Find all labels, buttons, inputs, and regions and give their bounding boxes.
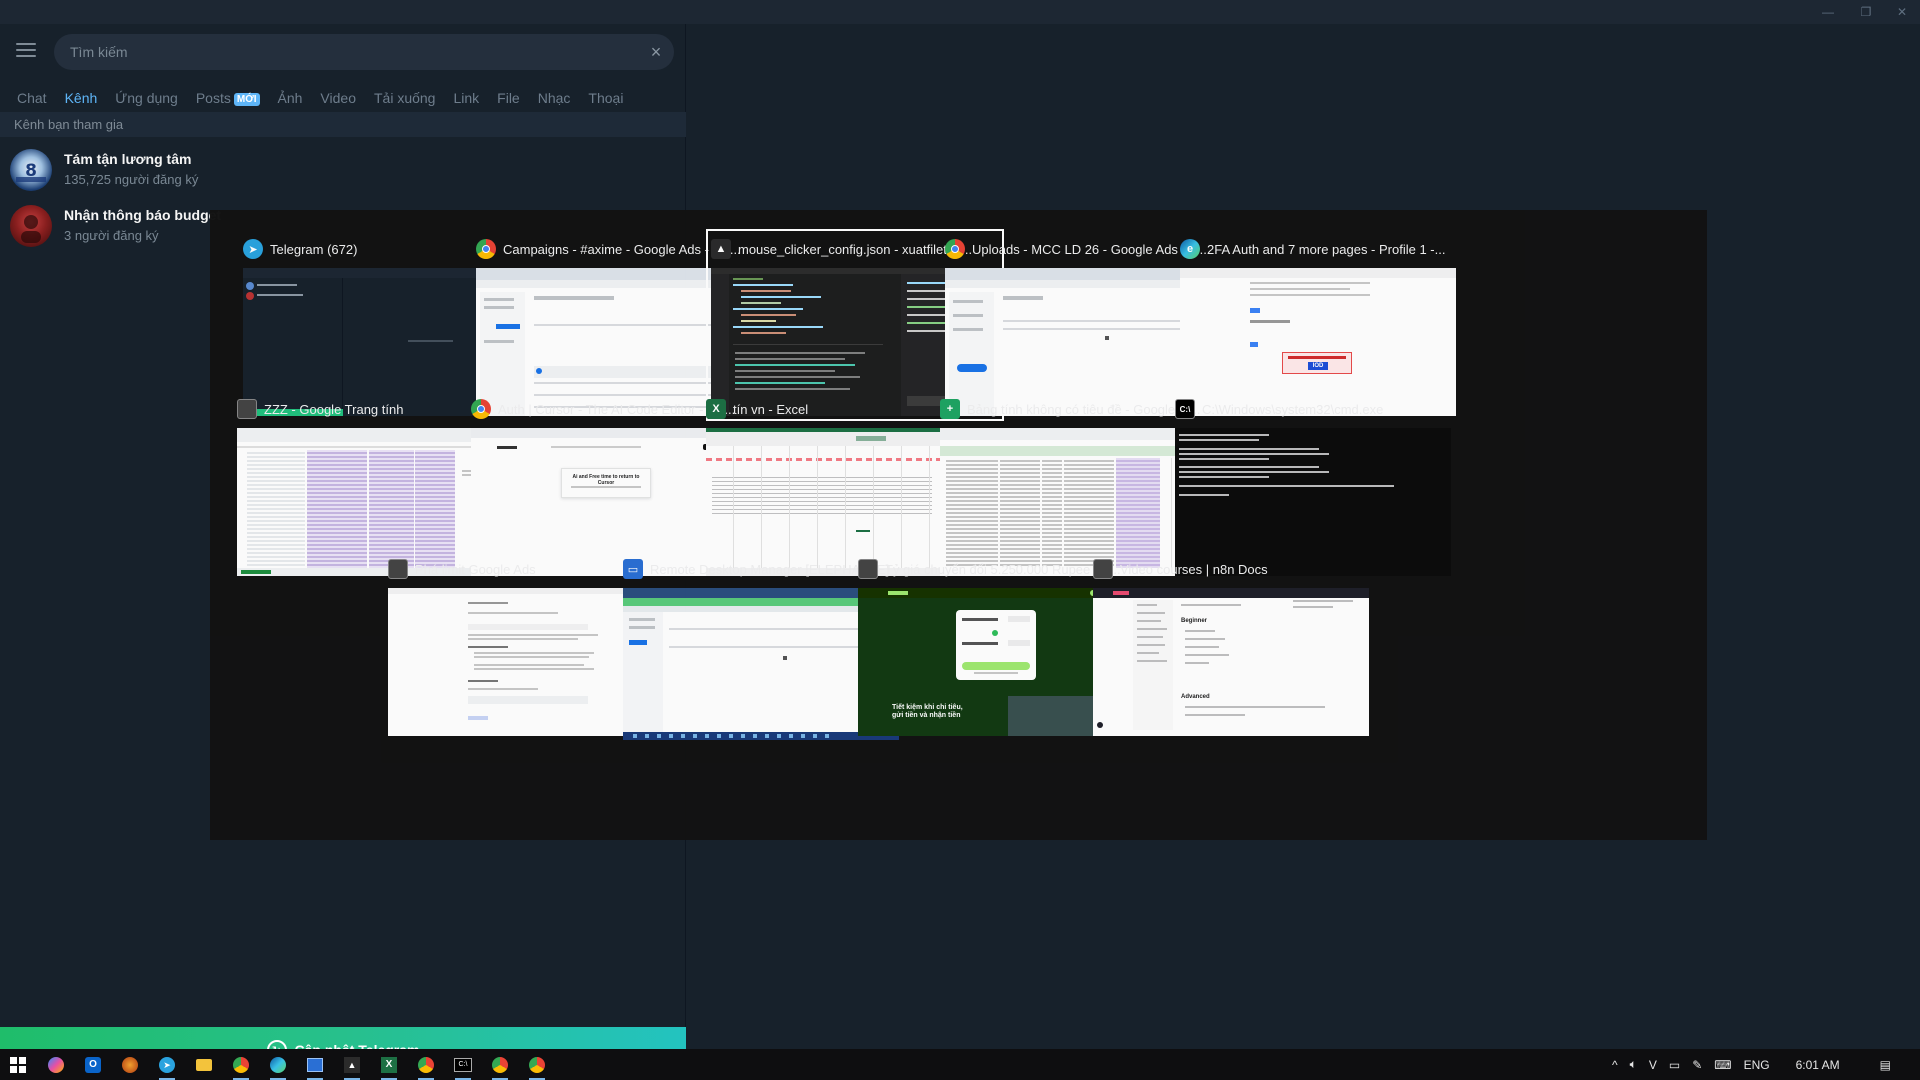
badge-text: IOD bbox=[1308, 362, 1328, 370]
remote-desktop-app-icon[interactable] bbox=[303, 1053, 327, 1080]
tab-video[interactable]: Video bbox=[311, 84, 365, 112]
wise-headline: Tiết kiệm khi chi tiêu, gửi tiền và nhận… bbox=[892, 704, 963, 719]
channel-subscribers: 135,725 người đăng ký bbox=[64, 172, 199, 187]
search-row: × bbox=[0, 34, 686, 70]
tab-file[interactable]: File bbox=[488, 84, 529, 112]
channel-name: Nhận thông báo budget bbox=[64, 207, 222, 223]
vpn-icon[interactable]: V bbox=[1649, 1058, 1657, 1072]
chrome-icon bbox=[945, 239, 965, 259]
search-input[interactable] bbox=[70, 34, 630, 70]
window-thumbnail-2fa-auth[interactable]: e 2FA Auth and 7 more pages - Profile 1 -… bbox=[1180, 234, 1468, 416]
chrome-icon bbox=[471, 399, 491, 419]
search-box[interactable]: × bbox=[54, 34, 674, 70]
chrome-app-icon[interactable] bbox=[229, 1053, 253, 1080]
chrome-app-icon-4[interactable] bbox=[525, 1053, 549, 1080]
network-icon[interactable]: ▭ bbox=[1669, 1058, 1680, 1072]
tab-nhac[interactable]: Nhạc bbox=[529, 84, 580, 112]
window-icon bbox=[858, 559, 878, 579]
outlook-app-icon[interactable]: O bbox=[81, 1053, 105, 1077]
start-button[interactable] bbox=[6, 1053, 30, 1077]
tab-chat[interactable]: Chat bbox=[8, 84, 56, 112]
tab-thoai[interactable]: Thoại bbox=[579, 84, 632, 112]
tab-link[interactable]: Link bbox=[444, 84, 488, 112]
cursor-app-icon[interactable]: ▲ bbox=[340, 1053, 364, 1080]
clear-search-icon[interactable]: × bbox=[646, 42, 666, 62]
window-preview: Beginner Advanced bbox=[1093, 588, 1369, 736]
edge-icon: e bbox=[1180, 239, 1200, 259]
chrome-app-icon-3[interactable] bbox=[488, 1053, 512, 1080]
tab-tai-xuong[interactable]: Tải xuống bbox=[365, 84, 444, 112]
telegram-app-icon[interactable]: ➤ bbox=[155, 1053, 179, 1080]
tab-anh[interactable]: Ảnh bbox=[269, 84, 312, 112]
windows-taskbar: O ➤ ▲ X C:\ ^ 🔈︎ V ▭ ✎ ⌨ ENG 6:01 AM ▤ bbox=[0, 1049, 1920, 1080]
window-title: 2FA Auth and 7 more pages - Profile 1 -.… bbox=[1207, 241, 1446, 257]
channel-avatar bbox=[10, 205, 52, 247]
edge-app-icon[interactable] bbox=[266, 1053, 290, 1080]
cursor-icon: ▲ bbox=[711, 239, 731, 259]
window-thumbnail-n8n-docs[interactable]: Video courses | n8n Docs Beginner Advanc… bbox=[1093, 554, 1381, 736]
clock[interactable]: 6:01 AM bbox=[1796, 1058, 1840, 1072]
keyboard-icon[interactable]: ⌨ bbox=[1714, 1058, 1731, 1072]
chrome-app-icon-2[interactable] bbox=[414, 1053, 438, 1080]
window-icon bbox=[1093, 559, 1113, 579]
pen-icon[interactable]: ✎ bbox=[1692, 1058, 1702, 1072]
minimize-button[interactable]: — bbox=[1812, 0, 1844, 24]
section-label: Kênh bạn tham gia bbox=[0, 112, 686, 137]
file-explorer-app-icon[interactable] bbox=[192, 1053, 216, 1077]
channel-subscribers: 3 người đăng ký bbox=[64, 228, 159, 243]
cmd-app-icon[interactable]: C:\ bbox=[451, 1053, 475, 1080]
n8n-heading-2: Advanced bbox=[1181, 694, 1210, 700]
task-switcher: ➤ Telegram (672) Campaigns - #axime - Goo… bbox=[210, 210, 1707, 840]
notification-center-icon[interactable]: ▤ bbox=[1880, 1058, 1891, 1072]
tab-kenh[interactable]: Kênh bbox=[56, 84, 107, 114]
window-icon bbox=[388, 559, 408, 579]
window-thumbnail-cmd[interactable]: C:\ C:\Windows\system32\cmd.exe bbox=[1175, 394, 1463, 576]
excel-icon: X bbox=[706, 399, 726, 419]
cursor-dialog-text: Ai and Free time to return to Cursor bbox=[572, 474, 640, 486]
channel-item[interactable]: 8 Tám tận lương tâm 135,725 người đăng k… bbox=[0, 141, 686, 197]
volume-icon[interactable]: 🔈︎ bbox=[1630, 1057, 1637, 1072]
new-badge: MỚI bbox=[233, 93, 260, 106]
game-app-icon[interactable] bbox=[118, 1053, 142, 1077]
system-tray: ^ 🔈︎ V ▭ ✎ ⌨ ENG 6:01 AM ▤ bbox=[1612, 1049, 1891, 1080]
windows-logo-icon bbox=[10, 1057, 26, 1073]
hamburger-menu-icon[interactable] bbox=[16, 43, 36, 59]
tab-ung-dung[interactable]: Ứng dụng bbox=[106, 84, 187, 112]
search-filter-tabs: Chat Kênh Ứng dụng Posts MỚI Ảnh Video Tả… bbox=[8, 84, 632, 114]
window-title: Video courses | n8n Docs bbox=[1120, 561, 1268, 577]
chrome-icon bbox=[476, 239, 496, 259]
cmd-icon: C:\ bbox=[1175, 399, 1195, 419]
tab-posts-label: Posts bbox=[195, 90, 231, 106]
rdm-icon: ▭ bbox=[623, 559, 643, 579]
restore-button[interactable]: ❐ bbox=[1850, 0, 1882, 24]
sheets-icon: + bbox=[940, 399, 960, 419]
channel-name: Tám tận lương tâm bbox=[64, 151, 192, 167]
n8n-heading: Beginner bbox=[1181, 618, 1208, 624]
channel-avatar: 8 bbox=[10, 149, 52, 191]
window-icon bbox=[237, 399, 257, 419]
close-button[interactable]: ✕ bbox=[1886, 0, 1918, 24]
show-hidden-icons-chevron-icon[interactable]: ^ bbox=[1612, 1058, 1618, 1072]
tab-posts[interactable]: Posts MỚI bbox=[187, 84, 269, 112]
copilot-app-icon[interactable] bbox=[44, 1053, 68, 1077]
excel-app-icon[interactable]: X bbox=[377, 1053, 401, 1080]
title-bar: — ❐ ✕ bbox=[0, 0, 1920, 24]
language-indicator[interactable]: ENG bbox=[1744, 1058, 1770, 1072]
telegram-icon: ➤ bbox=[243, 239, 263, 259]
window-title: C:\Windows\system32\cmd.exe bbox=[1202, 401, 1384, 417]
